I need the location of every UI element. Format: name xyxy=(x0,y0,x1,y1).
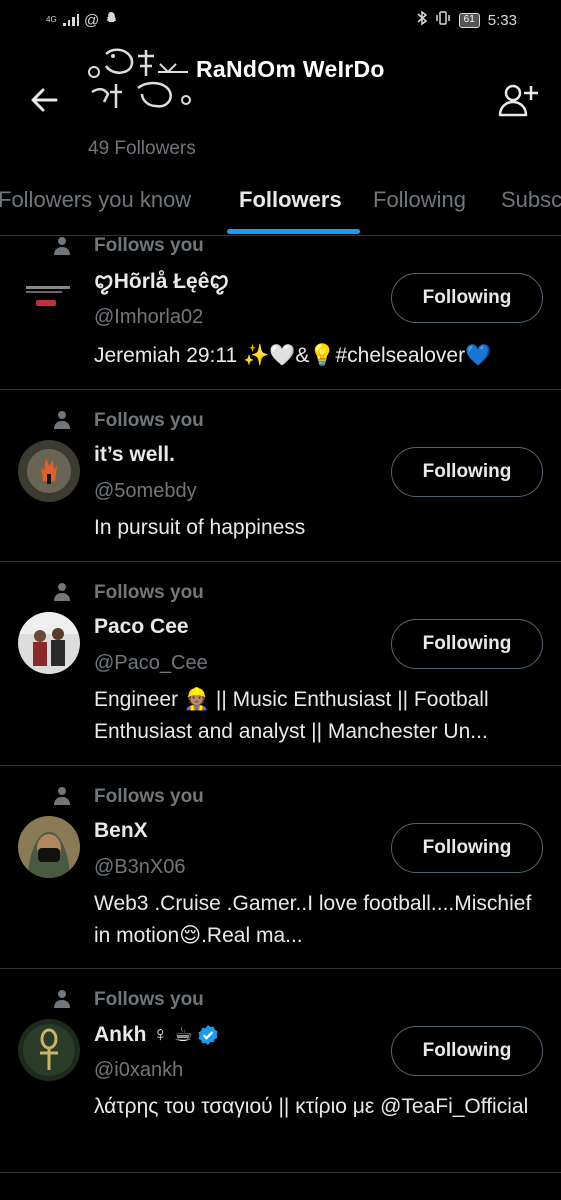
user-bio: Jeremiah 29:11 ✨🤍&💡#chelsealover💙 xyxy=(94,344,492,367)
add-person-icon[interactable] xyxy=(497,82,539,118)
user-name[interactable]: Paco Cee xyxy=(94,615,189,639)
verified-badge-icon xyxy=(197,1024,219,1046)
tab-following[interactable]: Following xyxy=(373,187,466,213)
list-item[interactable]: Follows you Ankh ♀ ☕ @i0xankh Following … xyxy=(0,969,561,1173)
user-bio: Engineer 👷🏽 || Music Enthusiast || Footb… xyxy=(94,688,489,743)
user-name[interactable]: BenX xyxy=(94,819,148,843)
back-arrow-icon[interactable] xyxy=(28,84,60,116)
bluetooth-icon xyxy=(417,10,427,30)
user-handle[interactable]: @Paco_Cee xyxy=(94,652,208,675)
person-icon xyxy=(52,410,72,430)
avatar[interactable] xyxy=(18,440,80,502)
following-button[interactable]: Following xyxy=(391,1026,543,1076)
active-tab-indicator xyxy=(227,229,360,234)
list-item[interactable]: Follows you ꨄHõrlå Łęêꨄ @Imhorla02 Follo… xyxy=(0,235,561,390)
user-bio: In pursuit of happiness xyxy=(94,516,306,539)
profile-header: RaNdOm WeIrDo 49 Followers xyxy=(0,40,561,178)
following-button[interactable]: Following xyxy=(391,447,543,497)
followers-count: 49 Followers xyxy=(88,138,196,159)
following-button[interactable]: Following xyxy=(391,823,543,873)
vibrate-icon xyxy=(435,10,451,30)
snapchat-icon xyxy=(104,11,118,29)
profile-name: RaNdOm WeIrDo xyxy=(196,56,385,82)
user-handle[interactable]: @i0xankh xyxy=(94,1059,183,1082)
signal-icon xyxy=(63,14,79,26)
person-icon xyxy=(52,989,72,1009)
list-item[interactable]: Follows you BenX @B3nX06 Following Web3 … xyxy=(0,766,561,969)
avatar[interactable] xyxy=(18,262,80,324)
user-bio: Web3 .Cruise .Gamer..I love football....… xyxy=(94,892,532,947)
avatar[interactable] xyxy=(18,1019,80,1081)
follows-you-label: Follows you xyxy=(94,989,204,1010)
follows-you-label: Follows you xyxy=(94,582,204,603)
follows-you-label: Follows you xyxy=(94,410,204,431)
person-icon xyxy=(52,236,72,256)
user-name[interactable]: Ankh ♀ ☕ xyxy=(94,1022,219,1047)
profile-emblem-art xyxy=(86,44,196,118)
follows-you-label: Follows you xyxy=(94,235,204,256)
person-icon xyxy=(52,786,72,806)
avatar[interactable] xyxy=(18,612,80,674)
user-name[interactable]: it’s well. xyxy=(94,443,175,467)
status-bar: 4G @ 61 5:33 xyxy=(0,0,561,40)
clock: 5:33 xyxy=(487,11,517,29)
following-button[interactable]: Following xyxy=(391,273,543,323)
user-bio: λάτρης του τσαγιού || κτίριο με @TeaFi_O… xyxy=(94,1095,529,1118)
user-name-text: Ankh ♀ ☕ xyxy=(94,1023,193,1046)
network-indicator: 4G xyxy=(46,15,57,24)
avatar[interactable] xyxy=(18,816,80,878)
list-item[interactable]: Follows you Paco Cee @Paco_Cee Following… xyxy=(0,562,561,766)
list-item[interactable]: Follows you it’s well. @5omebdy Followin… xyxy=(0,390,561,562)
person-icon xyxy=(52,582,72,602)
user-handle[interactable]: @5omebdy xyxy=(94,480,197,503)
following-button[interactable]: Following xyxy=(391,619,543,669)
user-name[interactable]: ꨄHõrlå Łęêꨄ xyxy=(94,266,229,296)
follow-tabs: Followers you know Followers Following S… xyxy=(0,178,561,236)
user-handle[interactable]: @Imhorla02 xyxy=(94,306,203,329)
followers-list: Follows you ꨄHõrlå Łęêꨄ @Imhorla02 Follo… xyxy=(0,235,561,1173)
battery-icon: 61 xyxy=(458,12,480,28)
follows-you-label: Follows you xyxy=(94,786,204,807)
tab-followers[interactable]: Followers xyxy=(239,187,342,213)
at-icon: @ xyxy=(84,11,100,29)
user-handle[interactable]: @B3nX06 xyxy=(94,856,185,879)
tab-subscriptions[interactable]: Subsc xyxy=(501,187,561,213)
tab-followers-you-know[interactable]: Followers you know xyxy=(0,187,191,213)
